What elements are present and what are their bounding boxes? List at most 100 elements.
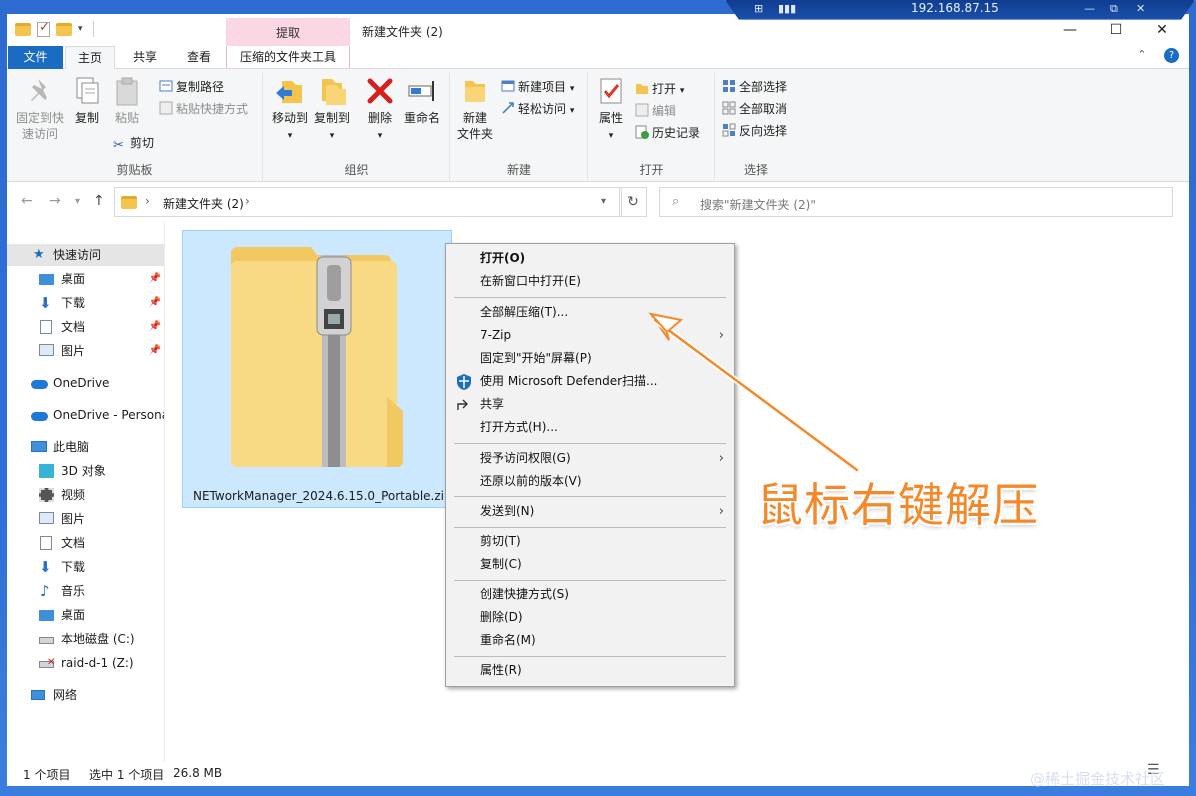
copy-button[interactable]: 复制 <box>69 75 105 126</box>
up-arrow-icon[interactable]: ↑ <box>93 193 105 209</box>
paste-button[interactable]: 粘贴 <box>109 75 145 126</box>
menu-item-open-new-window[interactable]: 在新窗口中打开(E) <box>446 270 734 293</box>
nav-label: 视频 <box>61 488 86 502</box>
back-arrow-icon[interactable]: ← <box>21 193 33 209</box>
scissors-icon: ✂ <box>113 138 124 153</box>
tab-view[interactable]: 查看 <box>177 46 221 69</box>
remote-close-icon[interactable]: ✕ <box>1136 2 1145 15</box>
address-bar[interactable]: › 新建文件夹 (2) › ▾ <box>114 187 622 217</box>
properties-check-icon[interactable] <box>37 20 50 37</box>
new-item-button[interactable]: 新建项目 ▾ <box>501 77 574 97</box>
forward-arrow-icon[interactable]: → <box>49 193 61 209</box>
chevron-right-icon[interactable]: › <box>145 194 150 208</box>
menu-item-open[interactable]: 打开(O) <box>446 247 734 270</box>
invert-selection-label: 反向选择 <box>739 124 788 138</box>
nav-label: raid-d-1 (Z:) <box>61 656 134 670</box>
remote-restore-icon[interactable]: ⧉ <box>1110 2 1118 16</box>
rename-button[interactable]: 重命名 <box>400 75 444 126</box>
qat-dropdown-icon[interactable]: ▾ <box>78 24 83 34</box>
copy-icon <box>71 75 103 107</box>
copy-path-label: 复制路径 <box>176 80 225 94</box>
menu-item-send-to[interactable]: 发送到(N) › <box>446 500 734 523</box>
address-dropdown-icon[interactable]: ▾ <box>601 196 606 207</box>
group-label-select: 选择 <box>743 163 768 177</box>
pin-icon[interactable]: 📌 <box>149 340 161 362</box>
menu-item-copy[interactable]: 复制(C) <box>446 553 734 576</box>
properties-button[interactable]: 属性 ▾ <box>593 75 629 144</box>
folder-icon[interactable] <box>15 22 31 36</box>
nav-pc-videos[interactable]: 视频 <box>7 484 164 506</box>
nav-label: 下载 <box>61 296 86 310</box>
nav-onedrive-personal[interactable]: OneDrive - Persona <box>7 404 164 426</box>
history-button[interactable]: 历史记录 <box>635 123 700 143</box>
nav-pc-downloads[interactable]: ⬇ 下载 <box>7 556 164 578</box>
group-new: 新建 文件夹 新建项目 ▾ 轻松访问 ▾ 新建 <box>451 73 588 180</box>
nav-pc-music[interactable]: ♪ 音乐 <box>7 580 164 602</box>
nav-network[interactable]: 网络 <box>7 684 164 706</box>
remote-minimize-icon[interactable]: — <box>1084 2 1095 15</box>
nav-qa-downloads[interactable]: ⬇ 下载 📌 <box>7 292 164 314</box>
menu-item-create-shortcut[interactable]: 创建快捷方式(S) <box>446 583 734 606</box>
invert-selection-button[interactable]: 反向选择 <box>722 121 787 141</box>
chevron-right-icon[interactable]: › <box>245 194 250 208</box>
menu-item-label: 授予访问权限(G) <box>480 451 571 465</box>
delete-button[interactable]: 删除 ▾ <box>362 75 398 144</box>
nav-onedrive[interactable]: OneDrive <box>7 372 164 394</box>
tab-home[interactable]: 主页 <box>65 46 115 70</box>
nav-pc-local-disk[interactable]: 本地磁盘 (C:) <box>7 628 164 650</box>
copy-path-button[interactable]: 复制路径 <box>159 77 224 97</box>
rename-icon <box>406 75 438 107</box>
pin-quick-access-button[interactable]: 固定到快 速访问 <box>13 75 67 142</box>
menu-item-rename[interactable]: 重命名(M) <box>446 629 734 652</box>
navigation-row: ← → ▾ ↑ › 新建文件夹 (2) › ▾ ↻ ⌕ 搜索"新建文件夹 (2)… <box>7 182 1189 222</box>
refresh-button[interactable]: ↻ <box>619 187 647 217</box>
remote-session-bar[interactable]: ⊞ ▮▮▮ 192.168.87.15 — ⧉ ✕ <box>725 0 1195 20</box>
pin-icon[interactable]: 📌 <box>149 316 161 338</box>
film-icon <box>39 488 54 502</box>
nav-pc-network-drive[interactable]: ✕ raid-d-1 (Z:) <box>7 652 164 674</box>
edit-button[interactable]: 编辑 <box>635 101 676 121</box>
select-all-button[interactable]: 全部选择 <box>722 77 787 97</box>
select-none-button[interactable]: 全部取消 <box>722 99 787 119</box>
move-to-button[interactable]: 移动到 ▾ <box>270 75 310 144</box>
menu-item-cut[interactable]: 剪切(T) <box>446 530 734 553</box>
context-tab-extract[interactable]: 提取 <box>226 18 350 46</box>
help-icon[interactable]: ? <box>1164 48 1179 63</box>
pin-icon[interactable]: 📌 <box>149 268 161 290</box>
search-box[interactable]: ⌕ 搜索"新建文件夹 (2)" <box>659 187 1173 217</box>
easy-access-button[interactable]: 轻松访问 ▾ <box>501 99 574 119</box>
search-input[interactable]: 搜索"新建文件夹 (2)" <box>700 196 816 213</box>
new-folder-button[interactable]: 新建 文件夹 <box>455 75 495 142</box>
new-folder-icon <box>459 75 491 107</box>
tab-file[interactable]: 文件 <box>8 46 63 69</box>
nav-this-pc[interactable]: 此电脑 <box>7 436 164 458</box>
recent-locations-icon[interactable]: ▾ <box>75 196 80 207</box>
nav-pc-pictures[interactable]: 图片 <box>7 508 164 530</box>
pin-icon[interactable]: 📌 <box>149 292 161 314</box>
new-item-icon <box>501 79 515 93</box>
tab-share[interactable]: 共享 <box>123 46 167 69</box>
nav-qa-pictures[interactable]: 图片 📌 <box>7 340 164 362</box>
open-button[interactable]: 打开 ▾ <box>635 79 684 99</box>
file-item-zip[interactable]: NETworkManager_2024.6.15.0_Portable.zip <box>182 230 452 508</box>
nav-quick-access[interactable]: ★ 快速访问 <box>7 244 164 266</box>
nav-pc-documents[interactable]: 文档 <box>7 532 164 554</box>
search-icon: ⌕ <box>672 194 680 209</box>
navigation-pane: ★ 快速访问 桌面 📌 ⬇ 下载 📌 文档 📌 图片 📌 OneDrive On… <box>7 222 165 762</box>
new-folder-icon[interactable] <box>56 22 72 36</box>
pin-icon[interactable]: ⊞ <box>754 2 763 15</box>
nav-qa-documents[interactable]: 文档 📌 <box>7 316 164 338</box>
breadcrumb[interactable]: 新建文件夹 (2) <box>163 195 244 212</box>
collapse-ribbon-icon[interactable]: ⌃ <box>1137 48 1146 61</box>
nav-qa-desktop[interactable]: 桌面 📌 <box>7 268 164 290</box>
defender-shield-icon <box>455 373 473 391</box>
nav-pc-3d-objects[interactable]: 3D 对象 <box>7 460 164 482</box>
menu-item-delete[interactable]: 删除(D) <box>446 606 734 629</box>
nav-pc-desktop[interactable]: 桌面 <box>7 604 164 626</box>
paste-shortcut-button[interactable]: 粘贴快捷方式 <box>159 99 248 119</box>
cut-button[interactable]: ✂ 剪切 <box>113 133 154 153</box>
nav-label: 图片 <box>61 512 86 526</box>
tab-compressed-folder-tools[interactable]: 压缩的文件夹工具 <box>226 46 350 69</box>
copy-to-button[interactable]: 复制到 ▾ <box>312 75 352 144</box>
menu-item-properties[interactable]: 属性(R) <box>446 659 734 682</box>
